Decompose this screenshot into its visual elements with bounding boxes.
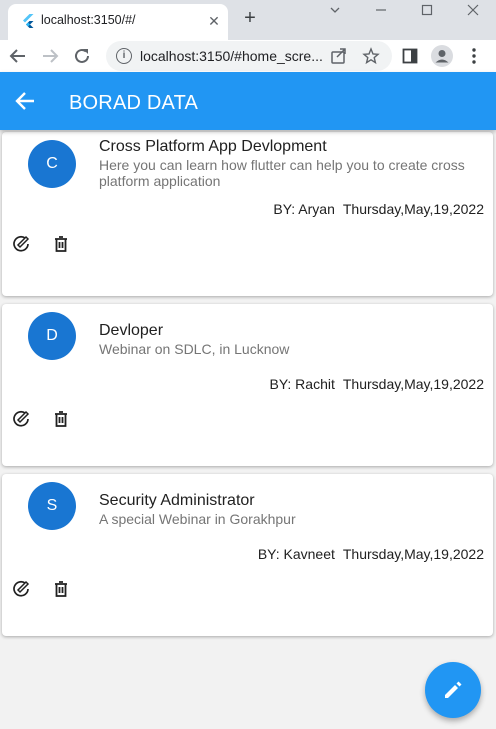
avatar: D xyxy=(28,312,76,360)
delete-icon[interactable] xyxy=(52,410,70,428)
back-arrow-icon[interactable] xyxy=(14,90,36,112)
avatar: S xyxy=(28,482,76,530)
browser-tab[interactable]: localhost:3150/#/ ✕ xyxy=(8,4,228,40)
new-tab-button[interactable]: + xyxy=(240,8,260,28)
card-author: BY: Rachit xyxy=(269,376,335,392)
card-author: BY: Kavneet xyxy=(257,546,335,562)
delete-icon[interactable] xyxy=(52,580,70,598)
card-meta: BY: Rachit Thursday,May,19,2022 xyxy=(262,376,485,392)
close-window-icon[interactable] xyxy=(450,0,496,32)
tab-close-icon[interactable]: ✕ xyxy=(204,11,224,31)
browser-toolbar: i localhost:3150/#home_scre... xyxy=(0,40,496,72)
menu-kebab-icon[interactable] xyxy=(462,44,486,68)
edit-icon[interactable] xyxy=(12,410,30,428)
url-text: localhost:3150/#home_scre... xyxy=(140,48,323,64)
reload-icon[interactable] xyxy=(70,44,94,68)
avatar: C xyxy=(28,140,76,188)
bookmark-star-icon[interactable] xyxy=(362,47,380,65)
board-card: C Cross Platform App Devlopment Here you… xyxy=(2,132,493,296)
card-meta: BY: Aryan Thursday,May,19,2022 xyxy=(265,201,484,217)
side-panel-icon[interactable] xyxy=(398,44,422,68)
card-title: Security Administrator xyxy=(99,492,255,509)
card-subtitle: A special Webinar in Gorakhpur xyxy=(99,511,296,527)
forward-icon[interactable] xyxy=(38,44,62,68)
delete-icon[interactable] xyxy=(52,235,70,253)
add-board-fab[interactable] xyxy=(425,662,481,718)
maximize-icon[interactable] xyxy=(404,0,450,32)
edit-icon[interactable] xyxy=(12,235,30,253)
card-author: BY: Aryan xyxy=(273,201,335,217)
card-date: Thursday,May,19,2022 xyxy=(342,376,484,392)
site-info-icon[interactable]: i xyxy=(116,48,132,64)
pencil-icon xyxy=(445,681,462,698)
card-subtitle: Webinar on SDLC, in Lucknow xyxy=(99,341,290,357)
card-title: Cross Platform App Devlopment xyxy=(99,138,327,155)
card-date: Thursday,May,19,2022 xyxy=(342,546,484,562)
back-icon[interactable] xyxy=(6,44,30,68)
page-title: BORAD DATA xyxy=(69,92,199,114)
edit-icon[interactable] xyxy=(12,580,30,598)
board-card: S Security Administrator A special Webin… xyxy=(2,474,493,636)
card-meta: BY: Kavneet Thursday,May,19,2022 xyxy=(250,546,484,562)
address-bar[interactable]: i localhost:3150/#home_scre... xyxy=(106,41,392,71)
card-subtitle: Here you can learn how flutter can help … xyxy=(99,157,465,189)
share-icon[interactable] xyxy=(330,47,348,65)
tab-title: localhost:3150/#/ xyxy=(41,13,136,27)
tab-search-icon[interactable] xyxy=(312,0,358,32)
browser-tabstrip: localhost:3150/#/ ✕ + xyxy=(0,0,496,40)
board-card: D Devloper Webinar on SDLC, in Lucknow B… xyxy=(2,304,493,466)
card-title: Devloper xyxy=(99,322,164,339)
flutter-icon xyxy=(23,14,34,28)
app-bar: BORAD DATA xyxy=(0,72,496,130)
profile-avatar-icon[interactable] xyxy=(430,44,454,68)
minimize-icon[interactable] xyxy=(358,0,404,32)
card-date: Thursday,May,19,2022 xyxy=(342,201,484,217)
